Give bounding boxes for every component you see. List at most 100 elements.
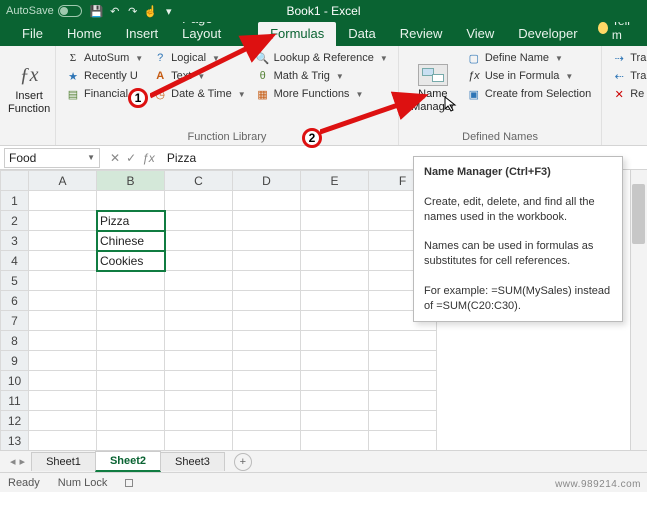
cell-B5[interactable]	[97, 271, 165, 291]
cell-A10[interactable]	[29, 371, 97, 391]
cell-C6[interactable]	[165, 291, 233, 311]
cell-B10[interactable]	[97, 371, 165, 391]
cell-B1[interactable]	[97, 191, 165, 211]
cancel-icon[interactable]: ✕	[110, 151, 120, 165]
row-header-7[interactable]: 7	[1, 311, 29, 331]
cell-C8[interactable]	[165, 331, 233, 351]
cell-D8[interactable]	[233, 331, 301, 351]
cell-D9[interactable]	[233, 351, 301, 371]
cell-E4[interactable]	[301, 251, 369, 271]
row-header-1[interactable]: 1	[1, 191, 29, 211]
cell-A1[interactable]	[29, 191, 97, 211]
sheet-nav[interactable]: ◂ ▸	[4, 455, 31, 468]
touch-mode-icon[interactable]: ☝	[144, 4, 158, 18]
cell-F10[interactable]	[369, 371, 437, 391]
cell-E3[interactable]	[301, 231, 369, 251]
cell-B3[interactable]: Chinese	[97, 231, 165, 251]
cell-B8[interactable]	[97, 331, 165, 351]
cell-B13[interactable]	[97, 431, 165, 451]
tab-insert[interactable]: Insert	[114, 22, 171, 46]
row-header-5[interactable]: 5	[1, 271, 29, 291]
cell-E7[interactable]	[301, 311, 369, 331]
cell-D5[interactable]	[233, 271, 301, 291]
autosum-button[interactable]: ΣAutoSum▼	[62, 50, 147, 66]
row-header-2[interactable]: 2	[1, 211, 29, 231]
col-header-E[interactable]: E	[301, 171, 369, 191]
cell-E6[interactable]	[301, 291, 369, 311]
new-sheet-button[interactable]: +	[234, 453, 252, 471]
cell-A4[interactable]	[29, 251, 97, 271]
cell-C5[interactable]	[165, 271, 233, 291]
macro-record-icon[interactable]	[125, 479, 133, 487]
autosave-toggle[interactable]: AutoSave	[6, 5, 82, 17]
sheet-tab-3[interactable]: Sheet3	[160, 452, 225, 471]
create-from-selection-button[interactable]: ▣Create from Selection	[463, 86, 595, 102]
cell-C10[interactable]	[165, 371, 233, 391]
redo-icon[interactable]: ↷	[126, 4, 140, 18]
cell-C13[interactable]	[165, 431, 233, 451]
tab-data[interactable]: Data	[336, 22, 387, 46]
trace-dependents-button[interactable]: ⇠Tra	[608, 68, 647, 84]
cell-C3[interactable]	[165, 231, 233, 251]
cell-B6[interactable]	[97, 291, 165, 311]
cell-E5[interactable]	[301, 271, 369, 291]
cell-F13[interactable]	[369, 431, 437, 451]
cell-C12[interactable]	[165, 411, 233, 431]
cell-E8[interactable]	[301, 331, 369, 351]
undo-icon[interactable]: ↶	[108, 4, 122, 18]
cell-B7[interactable]	[97, 311, 165, 331]
tab-review[interactable]: Review	[388, 22, 455, 46]
cell-F12[interactable]	[369, 411, 437, 431]
lookup-reference-button[interactable]: 🔍Lookup & Reference▼	[252, 50, 392, 66]
financial-button[interactable]: ▤Financial▼	[62, 86, 147, 102]
vertical-scrollbar[interactable]	[630, 170, 647, 450]
cell-D2[interactable]	[233, 211, 301, 231]
cell-D12[interactable]	[233, 411, 301, 431]
cell-C7[interactable]	[165, 311, 233, 331]
text-button[interactable]: AText▼	[149, 68, 249, 84]
col-header-C[interactable]: C	[165, 171, 233, 191]
recently-used-button[interactable]: ★Recently U	[62, 68, 147, 84]
cell-A13[interactable]	[29, 431, 97, 451]
cell-A2[interactable]	[29, 211, 97, 231]
tab-home[interactable]: Home	[55, 22, 114, 46]
row-header-8[interactable]: 8	[1, 331, 29, 351]
row-header-4[interactable]: 4	[1, 251, 29, 271]
sheet-tab-2[interactable]: Sheet2	[95, 451, 161, 472]
more-functions-button[interactable]: ▦More Functions▼	[252, 86, 392, 102]
cell-D11[interactable]	[233, 391, 301, 411]
define-name-button[interactable]: ▢Define Name▼	[463, 50, 595, 66]
cell-C2[interactable]	[165, 211, 233, 231]
use-in-formula-button[interactable]: ƒxUse in Formula▼	[463, 68, 595, 84]
enter-icon[interactable]: ✓	[126, 151, 136, 165]
row-header-13[interactable]: 13	[1, 431, 29, 451]
row-header-9[interactable]: 9	[1, 351, 29, 371]
save-icon[interactable]: 💾	[90, 4, 104, 18]
cell-D10[interactable]	[233, 371, 301, 391]
cell-E12[interactable]	[301, 411, 369, 431]
col-header-A[interactable]: A	[29, 171, 97, 191]
cell-D1[interactable]	[233, 191, 301, 211]
tab-developer[interactable]: Developer	[506, 22, 589, 46]
cell-C1[interactable]	[165, 191, 233, 211]
chevron-right-icon[interactable]: ▸	[20, 455, 26, 468]
cell-F8[interactable]	[369, 331, 437, 351]
cell-D4[interactable]	[233, 251, 301, 271]
col-header-D[interactable]: D	[233, 171, 301, 191]
cell-E11[interactable]	[301, 391, 369, 411]
cell-A11[interactable]	[29, 391, 97, 411]
cell-D6[interactable]	[233, 291, 301, 311]
cell-A6[interactable]	[29, 291, 97, 311]
cell-A3[interactable]	[29, 231, 97, 251]
cell-B12[interactable]	[97, 411, 165, 431]
cell-A12[interactable]	[29, 411, 97, 431]
cell-D7[interactable]	[233, 311, 301, 331]
row-header-6[interactable]: 6	[1, 291, 29, 311]
cell-D13[interactable]	[233, 431, 301, 451]
cell-B11[interactable]	[97, 391, 165, 411]
row-header-10[interactable]: 10	[1, 371, 29, 391]
math-trig-button[interactable]: θMath & Trig▼	[252, 68, 392, 84]
chevron-left-icon[interactable]: ◂	[10, 455, 16, 468]
cell-C11[interactable]	[165, 391, 233, 411]
cell-C4[interactable]	[165, 251, 233, 271]
